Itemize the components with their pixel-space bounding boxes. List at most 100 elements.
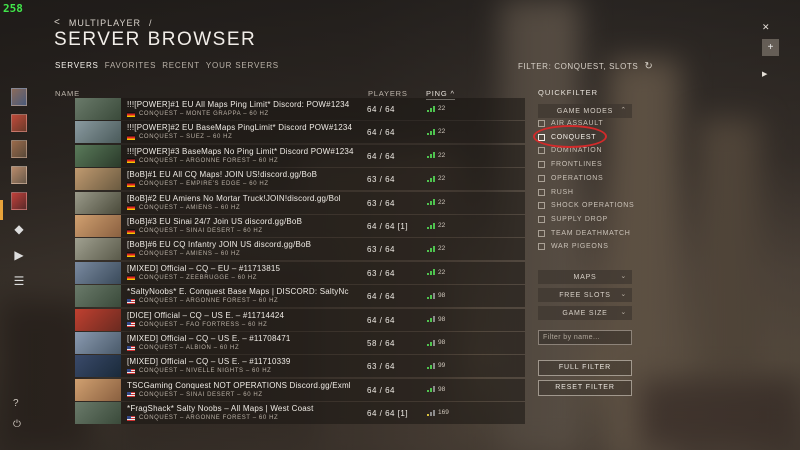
ping-value: 22 [438,222,446,229]
server-row[interactable]: [DICE] Official – CQ – US E. – #11714424… [75,308,525,331]
server-row[interactable]: [MIXED] Official – CQ – EU – #11713815 C… [75,261,525,284]
map-thumbnail [75,378,121,401]
checkbox-icon[interactable] [538,202,545,210]
signal-bars-icon [427,386,435,393]
game-modes-dropdown[interactable]: GAME MODES ⌃ [538,104,632,118]
column-header-name[interactable]: NAME [55,89,80,98]
checkbox-icon[interactable] [538,243,545,251]
soldier-class-thumb-3[interactable] [11,140,27,158]
ping-indicator: 22 [427,245,445,252]
soldier-class-thumb-5[interactable] [11,192,27,210]
signal-bars-icon [427,128,435,135]
power-icon[interactable]: ⏻ [13,419,21,430]
game-size-label: GAME SIZE [562,309,608,317]
game-mode-option[interactable]: SHOCK OPERATIONS [538,202,634,210]
game-mode-option[interactable]: WAR PIGEONS [538,243,609,251]
chevron-down-icon: ⌄ [620,273,627,280]
ping-value: 98 [438,315,446,323]
server-details: CONQUEST – AMIENS – 60 HZ [127,251,240,257]
server-row[interactable]: *FragShack* Salty Noobs – All Maps | Wes… [75,402,525,425]
flag-icon [127,158,135,164]
tab-recent[interactable]: RECENT [162,61,200,70]
game-mode-option[interactable]: OPERATIONS [538,174,603,182]
server-row[interactable]: !!![POWER]#3 BaseMaps No Ping Limit* Dis… [75,144,525,167]
map-thumbnail [75,238,121,261]
server-row[interactable]: [BoB]#6 EU CQ Infantry JOIN US discord.g… [75,238,525,261]
tab-favorites[interactable]: FAVORITES [105,61,157,70]
game-size-dropdown[interactable]: GAME SIZE ⌄ [538,306,632,320]
map-thumbnail [75,261,121,284]
play-arrow-icon[interactable]: ▶ [762,70,767,78]
server-details: CONQUEST – ARGONNE FOREST – 60 HZ [127,298,278,304]
map-thumbnail [75,402,121,425]
quickfilter-title: QUICKFILTER [538,88,599,97]
filter-by-name-input[interactable]: Filter by name... [538,330,632,345]
server-row[interactable]: !!![POWER]#2 EU BaseMaps PingLimit* Disc… [75,121,525,144]
ping-value: 22 [438,245,446,253]
game-mode-option[interactable]: FRONTLINES [538,161,602,169]
breadcrumb-multiplayer[interactable]: MULTIPLAYER [69,18,141,28]
chevron-up-icon: ⌃ [620,107,627,114]
game-mode-option[interactable]: SUPPLY DROP [538,215,608,223]
map-thumbnail [75,332,121,354]
server-name: [BoB]#2 EU Amiens No Mortar Truck!JOIN!d… [127,193,341,203]
checkbox-icon[interactable] [538,174,545,182]
breadcrumb: < MULTIPLAYER / [54,17,153,28]
game-mode-option[interactable]: TEAM DEATHMATCH [538,229,630,237]
signal-bars-icon [427,316,435,323]
free-slots-dropdown[interactable]: FREE SLOTS ⌄ [538,288,632,302]
server-name: [MIXED] Official – CQ – US E. – #1171033… [127,357,291,367]
server-row[interactable]: [MIXED] Official – CQ – US E. – #1171033… [75,355,525,378]
server-name: !!![POWER]#1 EU All Maps Ping Limit* Dis… [127,100,350,109]
ping-indicator: 22 [427,105,445,112]
refresh-icon[interactable]: ↻ [644,61,653,72]
close-icon[interactable]: ✕ [762,22,770,33]
back-chevron-icon[interactable]: < [54,17,61,28]
map-thumbnail [75,285,121,308]
tab-servers[interactable]: SERVERS [55,61,99,70]
checkbox-icon[interactable] [538,161,545,169]
soldier-class-thumb-1[interactable] [11,88,27,106]
game-mode-option[interactable]: DOMINATION [538,147,602,155]
server-row[interactable]: [BoB]#3 EU Sinai 24/7 Join US discord.gg… [75,215,525,237]
help-icon[interactable]: ? [13,398,19,409]
soldier-class-thumb-2[interactable] [11,114,27,132]
full-filter-button[interactable]: FULL FILTER [538,360,632,376]
ping-indicator: 98 [427,316,445,323]
server-details: CONQUEST – SUEZ – 60 HZ [127,134,232,140]
menu-list-icon[interactable]: ☰ [11,274,27,288]
server-row[interactable]: [MIXED] Official – CQ – US E. – #1170847… [75,332,525,354]
server-row[interactable]: TSCGaming Conquest NOT OPERATIONS Discor… [75,378,525,401]
checkbox-icon[interactable] [538,229,545,237]
reset-filter-button[interactable]: RESET FILTER [538,380,632,396]
signal-bars-icon [427,152,435,159]
server-details: CONQUEST – SINAI DESERT – 60 HZ [127,392,263,398]
soldier-class-thumb-4[interactable] [11,166,27,184]
flag-icon [127,415,135,421]
checkbox-icon[interactable] [538,147,545,155]
maps-dropdown[interactable]: MAPS ⌄ [538,270,632,284]
server-details: CONQUEST – MONTE GRAPPA – 60 HZ [127,111,269,117]
chat-icon[interactable]: ◆ [11,222,27,236]
server-details: CONQUEST – SINAI DESERT – 60 HZ [127,228,263,234]
flag-icon [127,345,135,351]
server-row[interactable]: *SaltyNoobs* E. Conquest Base Maps | DIS… [75,285,525,308]
player-count: 63 / 64 [367,198,395,208]
ping-indicator: 22 [427,199,445,206]
checkbox-icon[interactable] [538,215,545,223]
flag-icon [127,275,135,281]
column-header-players[interactable]: PLAYERS [368,89,408,98]
server-mode-map: CONQUEST – SINAI DESERT – 60 HZ [139,228,263,234]
server-row[interactable]: [BoB]#2 EU Amiens No Mortar Truck!JOIN!d… [75,191,525,214]
party-add-icon[interactable]: + [762,39,779,56]
checkbox-icon[interactable] [538,120,545,127]
tab-your-servers[interactable]: YOUR SERVERS [206,61,279,70]
checkbox-icon[interactable] [538,188,545,196]
tab-bar: SERVERS FAVORITES RECENT YOUR SERVERS [55,61,279,70]
game-mode-option[interactable]: RUSH [538,188,574,196]
server-mode-map: CONQUEST – ZEEBRUGGE – 60 HZ [139,274,258,281]
server-row[interactable]: [BoB]#1 EU All CQ Maps! JOIN US!discord.… [75,168,525,191]
server-details: CONQUEST – NIVELLE NIGHTS – 60 HZ [127,368,271,374]
video-play-icon[interactable]: ▶ [11,248,27,262]
server-row[interactable]: !!![POWER]#1 EU All Maps Ping Limit* Dis… [75,98,525,120]
